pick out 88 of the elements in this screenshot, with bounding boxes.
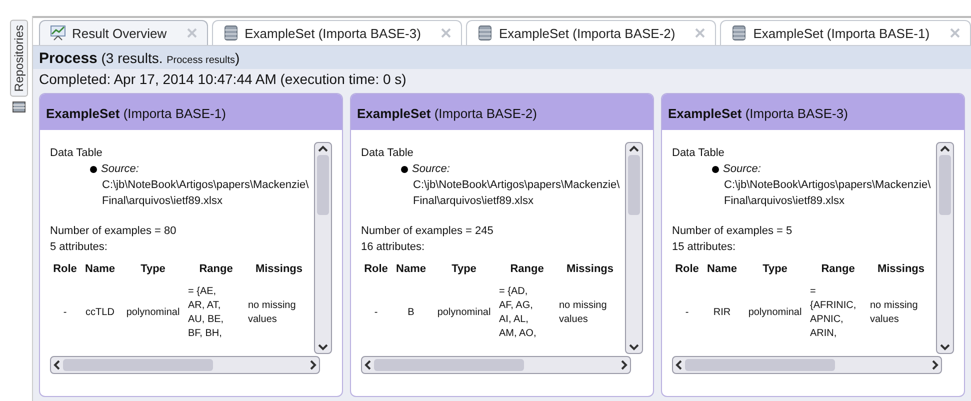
card-title: ExampleSet (Importa BASE-1) (46, 106, 226, 121)
table-cell-text: no missing values (870, 299, 919, 327)
scroll-thumb[interactable] (374, 359, 524, 371)
table-cell-text: - (62, 306, 68, 320)
source-label: Source: (412, 162, 450, 177)
column-header: Missings (254, 262, 304, 277)
scroll-thumb[interactable] (628, 155, 640, 215)
column-header: Range (509, 262, 545, 277)
file-path: Final\arquivos\ietf89.xlsx (102, 194, 224, 209)
horizontal-scrollbar[interactable] (50, 356, 320, 374)
column-header: Type (450, 262, 478, 277)
table-cell-text: - (684, 306, 690, 320)
parenthesis: ) (234, 50, 240, 66)
table-cell-text: B (406, 306, 416, 320)
tab[interactable]: ExampleSet (Importa BASE-1) (720, 20, 971, 45)
scroll-thumb[interactable] (939, 155, 951, 215)
table-cell-text: polynominal (747, 306, 803, 320)
scroll-thumb[interactable] (63, 359, 213, 371)
column-header: Role (52, 262, 78, 277)
attributes-count: 16 attributes: (361, 240, 426, 255)
column-header: Role (363, 262, 389, 277)
column-header: Missings (876, 262, 926, 277)
table-cell-text: RIR (712, 306, 732, 320)
tab[interactable]: ExampleSet (Importa BASE-2) (466, 20, 716, 45)
tab-label: ExampleSet (Importa BASE-2) (498, 26, 676, 40)
vertical-scrollbar[interactable] (625, 142, 643, 354)
table-cell-text: no missing values (248, 299, 297, 327)
card-title: ExampleSet (Importa BASE-2) (357, 106, 537, 121)
tab[interactable]: Result Overview (39, 20, 208, 45)
examples-count: Number of examples = 80 (50, 224, 178, 239)
column-header: Type (762, 262, 788, 277)
scroll-thumb[interactable] (685, 359, 835, 371)
table-cell-text: polynominal (125, 306, 181, 320)
attributes-count: 5 attributes: (50, 240, 108, 255)
examples-count: Number of examples = 5 (672, 224, 794, 239)
horizontal-scrollbar[interactable] (672, 356, 942, 374)
database-icon (222, 25, 239, 41)
close-icon[interactable] (695, 28, 706, 38)
tab-label: ExampleSet (Importa BASE-1) (753, 26, 930, 40)
table-cell-text: - (373, 306, 379, 320)
table-cell-text: polynominal (436, 306, 492, 320)
close-icon[interactable] (186, 28, 197, 38)
column-header: Range (820, 262, 856, 277)
file-path: C:\jb\NoteBook\Artigos\papers\Mackenzie\ (724, 178, 932, 193)
column-header: Role (674, 262, 700, 277)
bullet-icon (401, 166, 408, 172)
vertical-scrollbar[interactable] (936, 142, 954, 354)
column-header: Missings (565, 262, 615, 277)
scroll-thumb[interactable] (317, 155, 329, 215)
close-icon[interactable] (950, 28, 960, 38)
attributes-count: 15 attributes: (672, 240, 737, 255)
repositories-tab[interactable]: Repositories (10, 20, 28, 97)
table-cell-text: = {AE, AR, AT, AU, BE, BF, BH, (188, 285, 225, 341)
data-table-heading: Data Table (672, 146, 726, 161)
data-table-heading: Data Table (50, 146, 104, 161)
source-label: Source: (101, 162, 139, 177)
card-title: ExampleSet (Importa BASE-3) (668, 106, 848, 121)
database-icon[interactable] (12, 100, 26, 113)
process-results-link[interactable]: Process results (166, 55, 235, 66)
column-header: Range (198, 262, 234, 277)
tab-label: ExampleSet (Importa BASE-3) (244, 26, 421, 40)
data-table-heading: Data Table (361, 146, 414, 161)
table-cell-text: ccTLD (84, 306, 116, 320)
table-cell-text: = {AFRINIC, APNIC, ARIN, (810, 285, 858, 341)
completed-text: Completed: Apr 17, 2014 10:47:44 AM (execution time: 0 s) (38, 70, 408, 89)
source-label: Source: (723, 162, 761, 177)
bullet-icon (712, 166, 719, 172)
chart-icon (50, 25, 66, 41)
tab[interactable]: ExampleSet (Importa BASE-3) (212, 20, 462, 45)
column-header: Type (140, 262, 166, 277)
column-header: Name (84, 262, 116, 277)
file-path: Final\arquivos\ietf89.xlsx (724, 194, 846, 209)
vertical-scrollbar[interactable] (314, 142, 332, 354)
examples-count: Number of examples = 245 (361, 224, 494, 239)
bullet-icon (90, 166, 97, 172)
horizontal-scrollbar[interactable] (361, 356, 631, 374)
file-path: C:\jb\NoteBook\Artigos\papers\Mackenzie\ (413, 178, 621, 193)
database-icon (731, 25, 748, 41)
table-cell-text: = {AD, AF, AG, AI, AL, AM, AO, (499, 285, 538, 341)
tab-label: Result Overview (72, 26, 167, 40)
file-path: C:\jb\NoteBook\Artigos\papers\Mackenzie\ (102, 178, 310, 193)
column-header: Name (706, 262, 738, 277)
process-heading: Process (3 results. (39, 50, 164, 66)
file-path: Final\arquivos\ietf89.xlsx (413, 194, 534, 209)
table-cell-text: no missing values (559, 299, 608, 327)
close-icon[interactable] (440, 28, 451, 38)
database-icon (476, 25, 493, 41)
column-header: Name (395, 262, 427, 277)
